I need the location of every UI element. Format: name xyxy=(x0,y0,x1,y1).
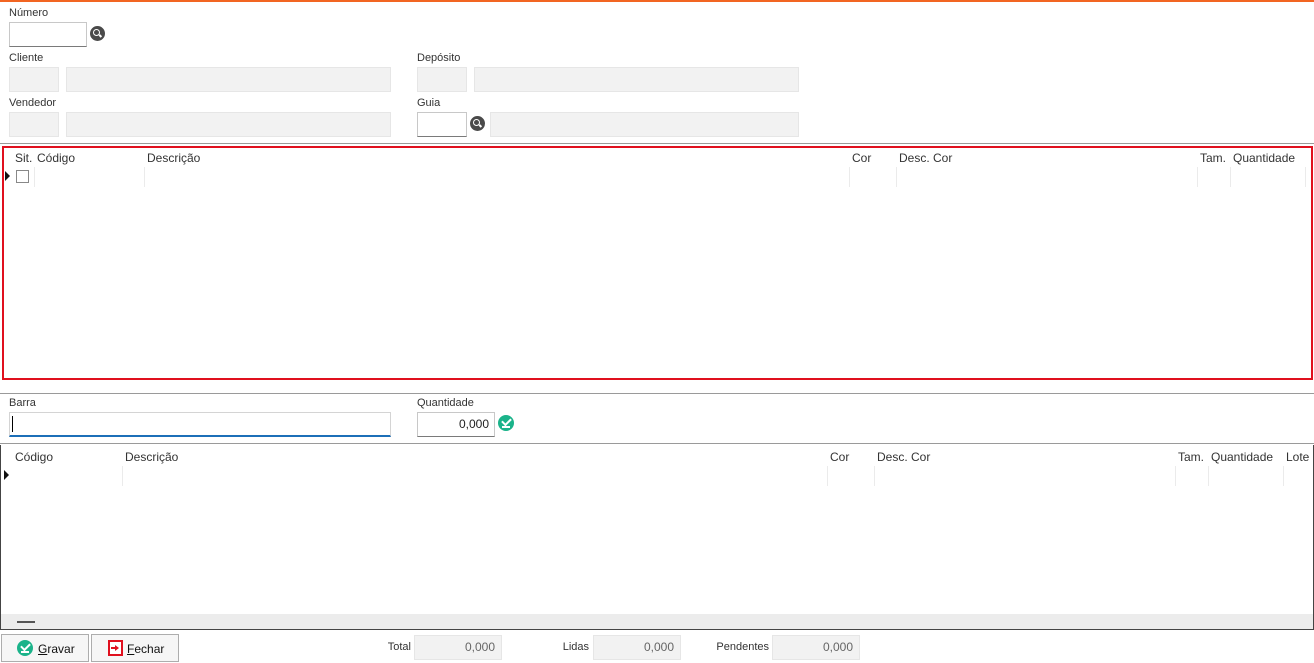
save-check-icon xyxy=(17,640,33,656)
gravar-button[interactable]: Gravar xyxy=(1,634,89,662)
deposito-code-field xyxy=(417,67,467,92)
quantidade-input[interactable]: 0,000 xyxy=(417,412,495,437)
total-label: Total xyxy=(387,641,411,653)
grid-divider xyxy=(1283,466,1284,486)
grid-divider xyxy=(896,167,897,187)
scrollbar-thumb[interactable] xyxy=(17,621,35,623)
grid-divider xyxy=(849,167,850,187)
row-indicator-icon xyxy=(4,470,9,480)
grid-divider xyxy=(34,167,35,187)
grid-divider xyxy=(1197,167,1198,187)
quantidade-label: Quantidade xyxy=(417,397,474,409)
confirm-check-icon[interactable] xyxy=(498,415,514,431)
read-items-grid[interactable] xyxy=(0,445,1314,630)
col-header-cor[interactable]: Cor xyxy=(830,450,849,464)
lidas-value: 0,000 xyxy=(593,635,681,660)
row-indicator-icon xyxy=(5,171,10,181)
lidas-label: Lidas xyxy=(562,641,589,653)
text-caret xyxy=(12,416,13,432)
col-header-lote[interactable]: Lote xyxy=(1286,450,1309,464)
guia-search-icon[interactable] xyxy=(470,116,485,131)
total-value: 0,000 xyxy=(414,635,502,660)
row-checkbox[interactable] xyxy=(16,170,29,183)
vendedor-label: Vendedor xyxy=(9,97,57,109)
items-grid[interactable] xyxy=(2,146,1313,380)
separator xyxy=(0,443,1314,444)
separator xyxy=(0,393,1314,394)
col-header-descricao[interactable]: Descrição xyxy=(147,151,200,165)
separator xyxy=(0,143,1314,144)
grid-divider xyxy=(1230,167,1231,187)
barra-input[interactable] xyxy=(9,412,391,437)
col-header-codigo[interactable]: Código xyxy=(37,151,75,165)
top-accent-bar xyxy=(0,0,1314,2)
grid-divider xyxy=(122,466,123,486)
guia-name-field xyxy=(490,112,799,137)
col-header-codigo[interactable]: Código xyxy=(15,450,53,464)
pendentes-label: Pendentes xyxy=(716,641,769,653)
deposito-name-field xyxy=(474,67,799,92)
col-header-cor[interactable]: Cor xyxy=(852,151,871,165)
horizontal-scrollbar[interactable] xyxy=(1,614,1313,629)
cliente-label: Cliente xyxy=(9,52,44,64)
vendedor-code-field xyxy=(9,112,59,137)
grid-divider xyxy=(1305,167,1306,187)
exit-icon xyxy=(108,640,123,656)
guia-label: Guia xyxy=(417,97,441,109)
grid-divider xyxy=(827,466,828,486)
fechar-button[interactable]: Fechar xyxy=(91,634,179,662)
col-header-quantidade[interactable]: Quantidade xyxy=(1233,151,1295,165)
deposito-label: Depósito xyxy=(417,52,461,64)
grid-divider xyxy=(1175,466,1176,486)
numero-label: Número xyxy=(9,7,49,19)
grid-divider xyxy=(874,466,875,486)
pendentes-value: 0,000 xyxy=(772,635,860,660)
col-header-desc-cor[interactable]: Desc. Cor xyxy=(877,450,930,464)
vendedor-name-field xyxy=(66,112,391,137)
col-header-sit[interactable]: Sit. xyxy=(15,151,32,165)
col-header-descricao[interactable]: Descrição xyxy=(125,450,178,464)
cliente-code-field xyxy=(9,67,59,92)
col-header-quantidade[interactable]: Quantidade xyxy=(1211,450,1273,464)
gravar-button-label: Gravar xyxy=(38,642,75,656)
cliente-name-field xyxy=(66,67,391,92)
numero-input[interactable] xyxy=(9,22,87,47)
search-icon[interactable] xyxy=(90,26,105,41)
grid-divider xyxy=(1208,466,1209,486)
fechar-button-label: Fechar xyxy=(127,642,165,656)
col-header-desc-cor[interactable]: Desc. Cor xyxy=(899,151,952,165)
col-header-tam[interactable]: Tam. xyxy=(1178,450,1204,464)
guia-input[interactable] xyxy=(417,112,467,137)
col-header-tam[interactable]: Tam. xyxy=(1200,151,1226,165)
grid-divider xyxy=(144,167,145,187)
barra-label: Barra xyxy=(9,397,36,409)
